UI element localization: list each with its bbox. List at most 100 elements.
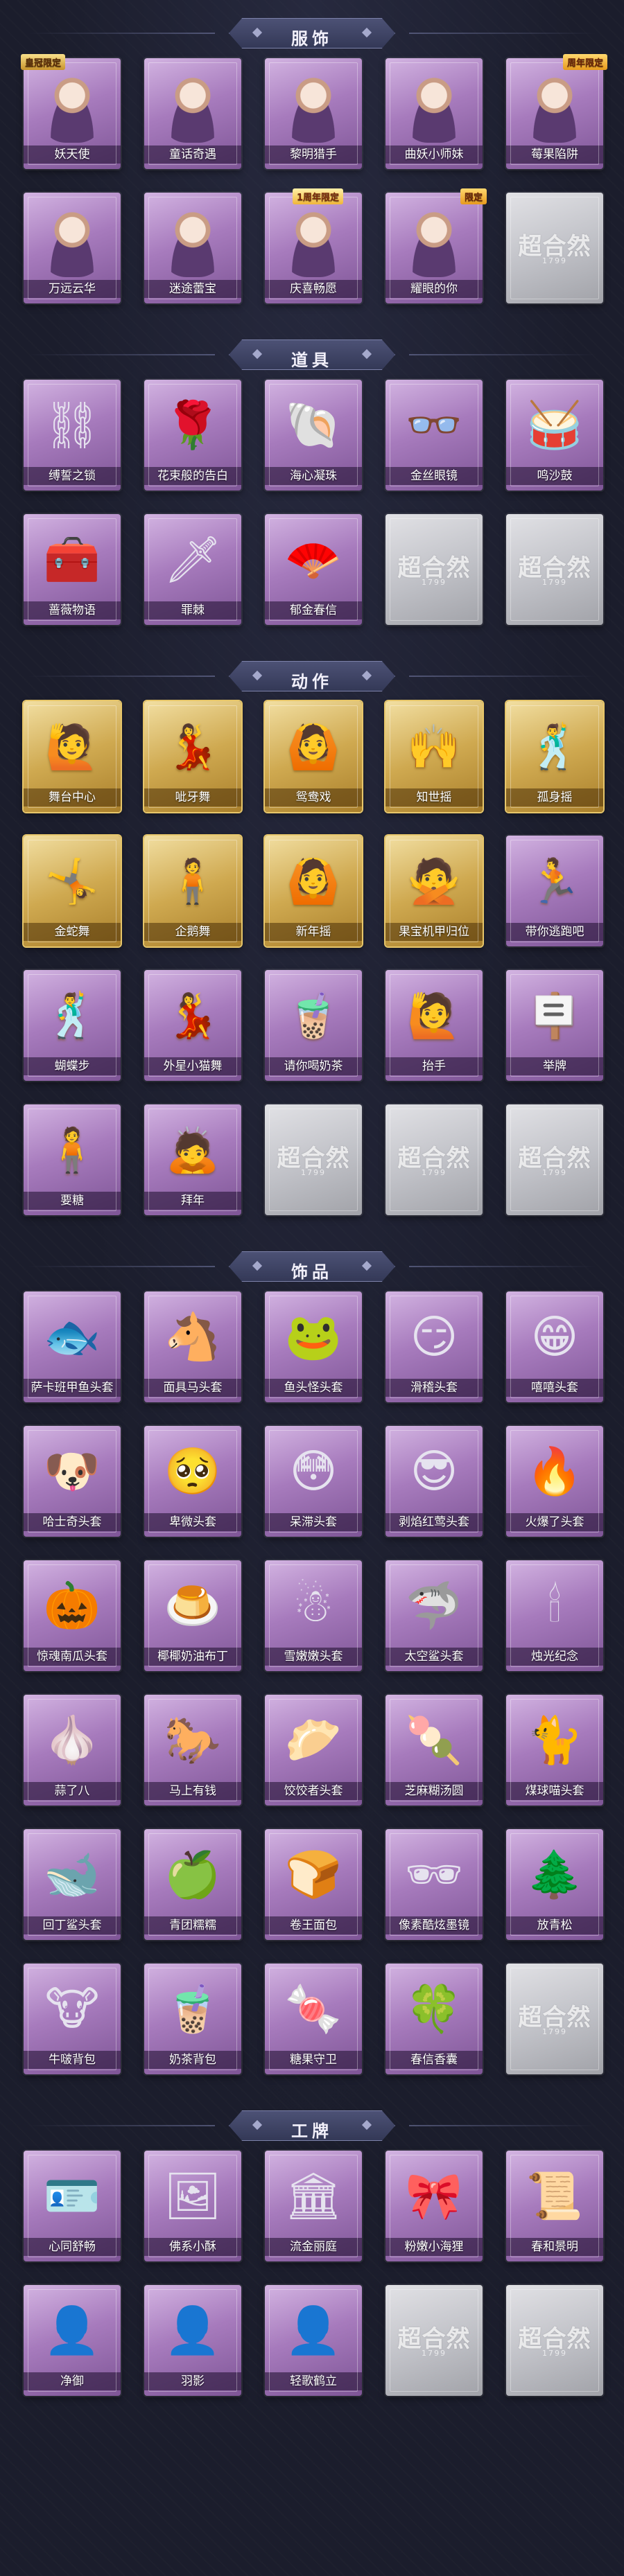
item-card[interactable]: 🧄 蒜了八 — [24, 1695, 121, 1806]
item-card[interactable]: 🪭 郁金春信 — [265, 514, 362, 625]
item-card[interactable]: 🐟 萨卡班甲鱼头套 — [24, 1291, 121, 1402]
item-card[interactable]: 🙋 舞台中心 — [24, 701, 121, 812]
item-card[interactable]: 🧍 企鹅舞 — [144, 836, 241, 946]
item-card[interactable]: 🕯 烛光纪念 — [506, 1560, 603, 1671]
item-card[interactable]: 🐶 哈士奇头套 — [24, 1426, 121, 1537]
item-card[interactable]: 🏃 带你逃跑吧 — [506, 836, 603, 946]
item-card[interactable]: 💃 呲牙舞 — [144, 701, 241, 812]
item-card[interactable]: ☃ 雪嫩嫩头套 — [265, 1560, 362, 1671]
item-card[interactable]: 🧋 奶茶背包 — [144, 1964, 241, 2074]
empty-slot-card[interactable]: 超合然 1799 — [385, 2285, 483, 2396]
item-card[interactable]: 😏 滑稽头套 — [385, 1291, 483, 1402]
card-label: 奶茶背包 — [144, 2051, 241, 2069]
item-card[interactable]: 🥟 饺饺者头套 — [265, 1695, 362, 1806]
item-card[interactable]: 🙅 果宝机甲归位 — [385, 836, 483, 946]
empty-slot-card[interactable]: 超合然 1799 — [385, 514, 483, 625]
item-card[interactable]: 🍀 春信香囊 — [385, 1964, 483, 2074]
fishman-head-icon: 🐸 — [284, 1310, 343, 1364]
empty-logo-sub: 1799 — [422, 2349, 447, 2358]
item-card[interactable]: 🪪 心同舒畅 — [24, 2151, 121, 2261]
empty-slot-card[interactable]: 超合然 1799 — [506, 1104, 603, 1215]
item-card[interactable]: 🕺 蝴蝶步 — [24, 970, 121, 1081]
card-label: 滑稽头套 — [385, 1379, 483, 1397]
item-card[interactable]: 🙆 新年摇 — [265, 836, 362, 946]
item-card[interactable]: 🦈 太空鲨头套 — [385, 1560, 483, 1671]
item-card[interactable]: 🧰 蔷薇物语 — [24, 514, 121, 625]
item-card[interactable]: 😁 嘻嘻头套 — [506, 1291, 603, 1402]
item-card[interactable]: 🖼 佛系小酥 — [144, 2151, 241, 2261]
item-card[interactable]: 👤 轻歌鹤立 — [265, 2285, 362, 2396]
item-card[interactable]: 🐴 面具马头套 — [144, 1291, 241, 1402]
item-card[interactable]: 👓 金丝眼镜 — [385, 380, 483, 491]
card-label: 莓果陷阱 — [506, 145, 603, 164]
card-frame: 超合然 1799 — [265, 1104, 362, 1215]
item-card[interactable]: 耀眼的你 限定 — [385, 188, 487, 303]
item-card[interactable]: 🤸 金蛇舞 — [24, 836, 121, 946]
item-card[interactable]: 庆喜畅愿 1周年限定 — [265, 188, 362, 303]
item-card[interactable]: 万远云华 — [24, 193, 121, 303]
item-card[interactable]: 🙇 拜年 — [144, 1104, 241, 1215]
empty-slot-card[interactable]: 超合然 1799 — [385, 1104, 483, 1215]
card-frame: 🧋 请你喝奶茶 — [265, 970, 362, 1081]
item-card[interactable]: 🍬 糖果守卫 — [265, 1964, 362, 2074]
item-card[interactable]: 🥁 鸣沙鼓 — [506, 380, 603, 491]
item-card[interactable]: 😳 呆滞头套 — [265, 1426, 362, 1537]
empty-logo-sub: 1799 — [542, 2027, 567, 2036]
empty-slot-card[interactable]: 超合然 1799 — [506, 193, 603, 303]
card-label: 要糖 — [24, 1192, 121, 1210]
item-card[interactable]: 🍞 卷王面包 — [265, 1829, 362, 1940]
item-card[interactable]: 🍮 椰椰奶油布丁 — [144, 1560, 241, 1671]
empty-slot-card[interactable]: 超合然 1799 — [506, 2285, 603, 2396]
item-card[interactable]: 🧍 要糖 — [24, 1104, 121, 1215]
item-card[interactable]: 🐸 鱼头怪头套 — [265, 1291, 362, 1402]
item-card[interactable]: 🐋 回丁鲨头套 — [24, 1829, 121, 1940]
item-card[interactable]: 🌲 放青松 — [506, 1829, 603, 1940]
item-card[interactable]: 曲妖小师妹 — [385, 58, 483, 169]
item-card[interactable]: 🎀 粉嫩小海狸 — [385, 2151, 483, 2261]
item-card[interactable]: 妖天使 皇冠限定 — [21, 54, 121, 169]
item-card[interactable]: 🪧 举牌 — [506, 970, 603, 1081]
item-card[interactable]: 😎 剥焰红莺头套 — [385, 1426, 483, 1537]
item-card[interactable]: 🔥 火爆了头套 — [506, 1426, 603, 1537]
item-card[interactable]: 迷途蕾宝 — [144, 193, 241, 303]
item-card[interactable]: 🕺 孤身摇 — [506, 701, 603, 812]
empty-slot-card[interactable]: 超合然 1799 — [506, 514, 603, 625]
card-frame: 💃 外星小猫舞 — [144, 970, 241, 1081]
item-card[interactable]: 📜 春和景明 — [506, 2151, 603, 2261]
item-card[interactable]: 🐈 煤球喵头套 — [506, 1695, 603, 1806]
item-card[interactable]: 💃 外星小猫舞 — [144, 970, 241, 1081]
empty-logo-sub: 1799 — [542, 578, 567, 587]
item-card[interactable]: 🙆 鸳鸯戏 — [265, 701, 362, 812]
item-card[interactable]: 童话奇遇 — [144, 58, 241, 169]
item-card[interactable]: 🗡 罪棘 — [144, 514, 241, 625]
tangyuan-icon: 🍡 — [405, 1713, 463, 1767]
item-card[interactable]: 🏛 流金丽庭 — [265, 2151, 362, 2261]
item-card[interactable]: 👤 净御 — [24, 2285, 121, 2396]
item-card[interactable]: 👤 羽影 — [144, 2285, 241, 2396]
card-label: 糖果守卫 — [265, 2051, 362, 2069]
card-frame: 🧍 要糖 — [24, 1104, 121, 1215]
pose-icon: 🙆 — [286, 721, 340, 772]
card-frame: 🍡 芝麻糊汤圆 — [385, 1695, 483, 1806]
item-card[interactable]: ⛓ 缚誓之锁 — [24, 380, 121, 491]
item-card[interactable]: 🥺 卑微头套 — [144, 1426, 241, 1537]
card-label: 黎明猎手 — [265, 145, 362, 164]
item-card[interactable]: 🐚 海心凝珠 — [265, 380, 362, 491]
empty-slot-card[interactable]: 超合然 1799 — [506, 1964, 603, 2074]
card-frame: 妖天使 — [24, 58, 121, 169]
item-card[interactable]: 🌹 花束般的告白 — [144, 380, 241, 491]
item-card[interactable]: 🐮 牛啵背包 — [24, 1964, 121, 2074]
item-card[interactable]: 🐎 马上有钱 — [144, 1695, 241, 1806]
lost-portrait-icon — [159, 201, 226, 277]
item-card[interactable]: 🎃 惊魂南瓜头套 — [24, 1560, 121, 1671]
item-card[interactable]: 🕶 像素酷炫墨镜 — [385, 1829, 483, 1940]
item-card[interactable]: 🍏 青团糯糯 — [144, 1829, 241, 1940]
item-card[interactable]: 🍡 芝麻糊汤圆 — [385, 1695, 483, 1806]
empty-slot-card[interactable]: 超合然 1799 — [265, 1104, 362, 1215]
grin-face-icon: 😁 — [530, 1310, 579, 1364]
item-card[interactable]: 莓果陷阱 周年限定 — [506, 54, 607, 169]
item-card[interactable]: 黎明猎手 — [265, 58, 362, 169]
item-card[interactable]: 🙋 抬手 — [385, 970, 483, 1081]
item-card[interactable]: 🧋 请你喝奶茶 — [265, 970, 362, 1081]
item-card[interactable]: 🙌 知世摇 — [385, 701, 483, 812]
